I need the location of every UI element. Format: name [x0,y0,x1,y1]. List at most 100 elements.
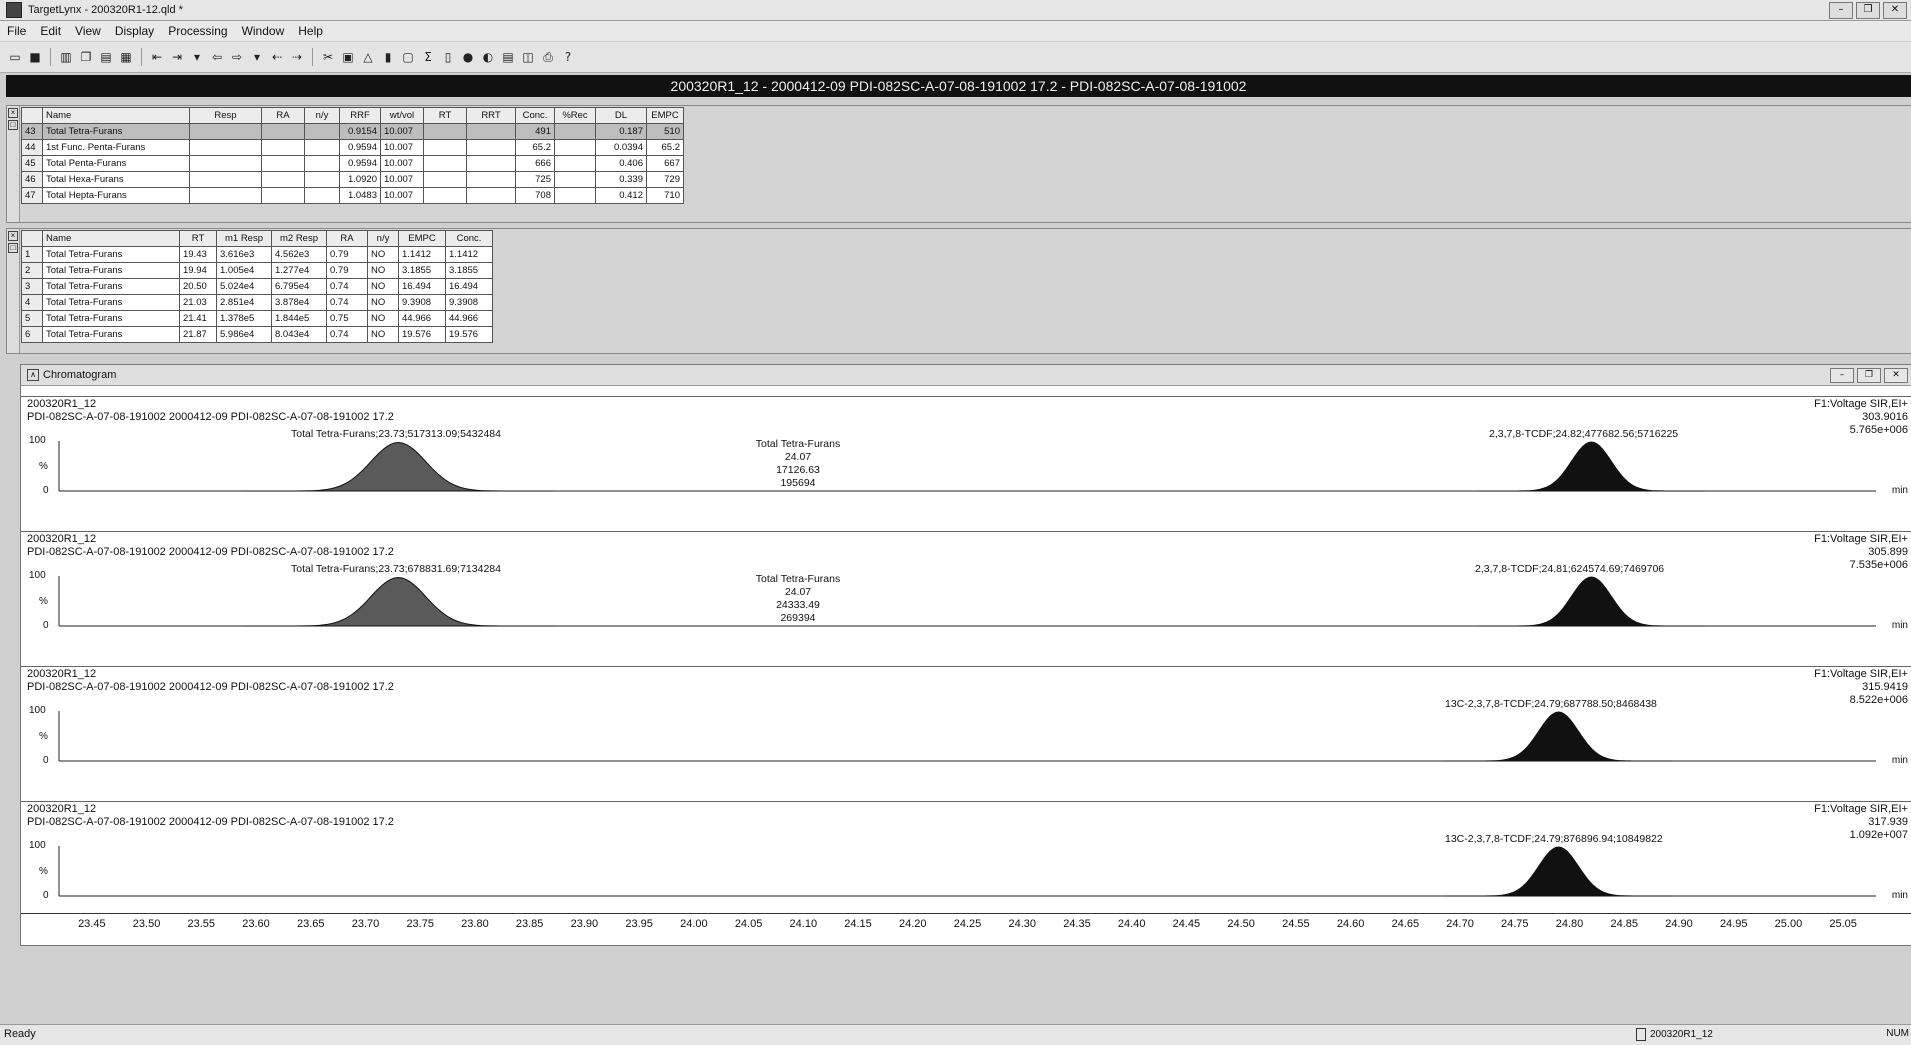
back-icon[interactable]: ⇦ [208,48,226,66]
menu-display[interactable]: Display [108,24,161,38]
peak-icon[interactable]: △ [359,48,377,66]
column-header[interactable]: RA [326,230,368,247]
copy-icon[interactable]: ❐ [77,48,95,66]
table-cell: NO [367,278,399,295]
trace-panel-1[interactable]: 200320R1_12 PDI-082SC-A-07-08-191002 200… [21,396,1911,532]
grid-icon[interactable]: ▣ [339,48,357,66]
restore-button[interactable]: ❐ [1856,2,1880,19]
print-icon[interactable]: ⎙ [539,48,557,66]
pin-icon[interactable]: × [8,231,18,241]
next-page-icon[interactable]: ⇢ [288,48,306,66]
table-row[interactable]: 47 Total Hepta-Furans 1.0483 10.007 708 … [21,187,684,204]
save-icon[interactable]: ■ [26,48,44,66]
print-preview-icon[interactable]: ▦ [117,48,135,66]
row-number: 3 [21,278,43,295]
open-icon[interactable]: ▭ [6,48,24,66]
trace-panel-2[interactable]: 200320R1_12 PDI-082SC-A-07-08-191002 200… [21,531,1911,667]
table-row[interactable]: 2 Total Tetra-Furans 19.94 1.005e4 1.277… [21,262,493,279]
column-header[interactable]: n/y [367,230,399,247]
column-header[interactable]: m1 Resp [216,230,272,247]
table-cell [554,187,596,204]
forward-icon[interactable]: ⇨ [228,48,246,66]
table-cell [189,187,262,204]
first-icon[interactable]: ⇤ [148,48,166,66]
help-icon[interactable]: ? [559,48,577,66]
table-cell: Total Hepta-Furans [42,187,190,204]
cut-icon[interactable]: ✂ [319,48,337,66]
table-row[interactable]: 4 Total Tetra-Furans 21.03 2.851e4 3.878… [21,294,493,311]
menu-edit[interactable]: Edit [33,24,68,38]
sum-icon[interactable]: Σ [419,48,437,66]
column-header[interactable]: RT [423,107,467,124]
column-header[interactable]: Resp [189,107,262,124]
table-row[interactable]: 46 Total Hexa-Furans 1.0920 10.007 725 0… [21,171,684,188]
column-header[interactable]: Conc. [515,107,555,124]
pane-toggle-icon[interactable]: □ [8,243,18,253]
column-header[interactable]: DL [595,107,647,124]
column-header[interactable]: n/y [304,107,340,124]
pane-grip[interactable]: × □ [7,106,20,222]
column-header[interactable]: wt/vol [380,107,424,124]
column-header[interactable]: Conc. [445,230,493,247]
table-row[interactable]: 6 Total Tetra-Furans 21.87 5.986e4 8.043… [21,326,493,343]
pane-toggle-icon[interactable]: □ [8,120,18,130]
chrom-restore-button[interactable]: ❐ [1857,368,1881,383]
toolbar-separator [141,48,142,66]
record-icon[interactable]: ● [459,48,477,66]
dropdown-icon[interactable]: ▾ [248,48,266,66]
menu-window[interactable]: Window [235,24,292,38]
trace-plot [58,711,1876,762]
column-header[interactable]: RRF [339,107,381,124]
prev-icon[interactable]: ⇠ [268,48,286,66]
row-number: 47 [21,187,43,204]
chromatogram-window[interactable]: ∧ Chromatogram – ❐ ✕ 200320R1_12 PDI-082… [20,364,1911,946]
summary-table[interactable]: Name Resp RA n/y RRF wt/vol RT RRT Conc.… [21,107,684,204]
table-cell [261,171,305,188]
table-cell: 0.9594 [339,155,381,172]
pin-icon[interactable]: × [8,108,18,118]
split-icon[interactable]: ◫ [519,48,537,66]
display-icon[interactable]: ▤ [97,48,115,66]
table-cell: Total Tetra-Furans [42,278,180,295]
next-icon[interactable]: ⇥ [168,48,186,66]
peak-table[interactable]: Name RT m1 Resp m2 Resp RA n/y EMPC Conc… [21,230,493,343]
book-icon[interactable]: ▯ [439,48,457,66]
column-header[interactable]: %Rec [554,107,596,124]
pie-icon[interactable]: ◐ [479,48,497,66]
table-cell: 20.50 [179,278,217,295]
column-header[interactable]: Name [42,107,190,124]
bar-chart-icon[interactable]: ▮ [379,48,397,66]
chrom-close-button[interactable]: ✕ [1884,368,1908,383]
menu-view[interactable]: View [68,24,108,38]
app-icon [6,2,22,18]
table-row[interactable]: 5 Total Tetra-Furans 21.41 1.378e5 1.844… [21,310,493,327]
window-icon[interactable]: ▢ [399,48,417,66]
layout-icon[interactable]: ▤ [499,48,517,66]
column-header[interactable]: m2 Resp [271,230,327,247]
column-header[interactable]: EMPC [398,230,446,247]
close-button[interactable]: ✕ [1883,2,1907,19]
table-row[interactable]: 3 Total Tetra-Furans 20.50 5.024e4 6.795… [21,278,493,295]
x-tick-label: 23.55 [187,918,216,930]
table-cell: Total Tetra-Furans [42,294,180,311]
chart-icon[interactable]: ▥ [57,48,75,66]
x-tick-label: 23.60 [242,918,270,930]
menu-processing[interactable]: Processing [161,24,234,38]
chrom-minimize-button[interactable]: – [1830,368,1854,383]
column-header[interactable]: Name [42,230,180,247]
menu-file[interactable]: File [0,24,33,38]
dropdown-icon[interactable]: ▾ [188,48,206,66]
table-cell: 9.3908 [398,294,446,311]
table-row[interactable]: 1 Total Tetra-Furans 19.43 3.616e3 4.562… [21,246,493,263]
pane-grip[interactable]: × □ [7,229,20,353]
column-header[interactable]: RA [261,107,305,124]
column-header[interactable]: EMPC [646,107,684,124]
table-row[interactable]: 43 Total Tetra-Furans 0.9154 10.007 491 … [21,123,684,140]
column-header[interactable]: RRT [466,107,516,124]
table-row[interactable]: 45 Total Penta-Furans 0.9594 10.007 666 … [21,155,684,172]
minimize-button[interactable]: – [1829,2,1853,19]
menu-help[interactable]: Help [291,24,330,38]
column-header[interactable]: RT [179,230,217,247]
table-row[interactable]: 44 1st Func. Penta-Furans 0.9594 10.007 … [21,139,684,156]
trace-panel-3[interactable]: 200320R1_12 PDI-082SC-A-07-08-191002 200… [21,666,1911,802]
